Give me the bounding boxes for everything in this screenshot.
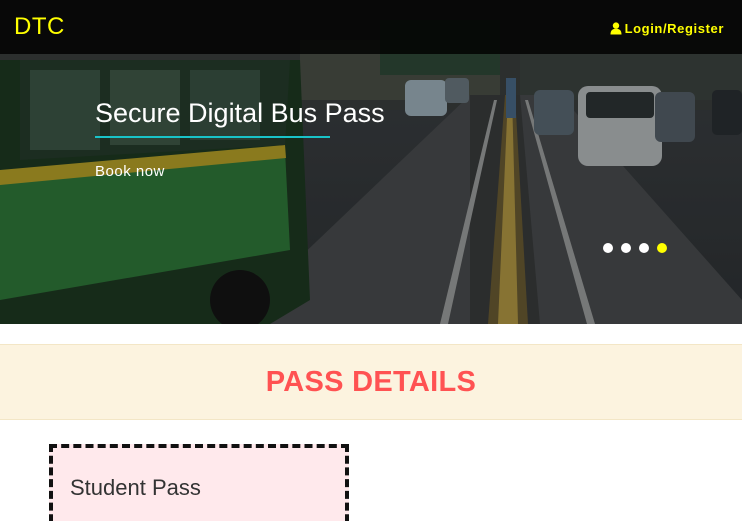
carousel-caption: Secure Digital Bus Pass: [95, 98, 385, 138]
book-now-link[interactable]: Book now: [95, 163, 165, 180]
login-register-label: Login/Register: [624, 21, 724, 36]
title-underline: [95, 136, 330, 138]
carousel-indicators: [603, 243, 667, 253]
pass-details-band: PASS DETAILS: [0, 344, 742, 420]
page: DTC Login/Register Secure Digital Bus Pa…: [0, 0, 742, 521]
carousel-indicator-2[interactable]: [621, 243, 631, 253]
brand-logo[interactable]: DTC: [14, 13, 65, 41]
carousel-indicator-1[interactable]: [603, 243, 613, 253]
slide-title: Secure Digital Bus Pass: [95, 98, 385, 128]
hero-carousel: DTC Login/Register Secure Digital Bus Pa…: [0, 0, 742, 324]
top-navbar: DTC Login/Register: [0, 0, 742, 54]
carousel-indicator-3[interactable]: [639, 243, 649, 253]
user-icon: [610, 22, 622, 35]
student-pass-card[interactable]: Student Pass: [49, 444, 349, 521]
pass-details-heading: PASS DETAILS: [265, 366, 477, 398]
pass-card-title: Student Pass: [70, 475, 201, 500]
carousel-indicator-4[interactable]: [657, 243, 667, 253]
login-register-link[interactable]: Login/Register: [610, 21, 724, 36]
